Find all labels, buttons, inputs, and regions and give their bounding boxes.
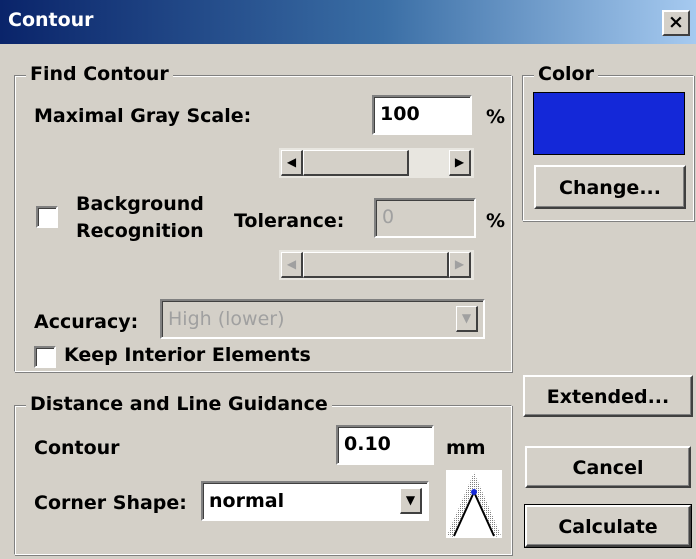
close-button[interactable]: × <box>662 10 690 36</box>
chevron-down-icon: ▼ <box>461 311 472 325</box>
gray-scroll-left-button[interactable]: ◀ <box>281 150 303 176</box>
background-recognition-label-2: Recognition <box>76 220 204 242</box>
title-bar <box>0 0 696 44</box>
arrow-right-icon: ▶ <box>454 155 465 169</box>
distance-guidance-legend: Distance and Line Guidance <box>26 393 332 415</box>
tolerance-scroll-right-button[interactable]: ▶ <box>449 252 471 278</box>
distance-guidance-group <box>14 405 512 555</box>
keep-interior-label: Keep Interior Elements <box>64 344 311 366</box>
keep-interior-checkbox[interactable] <box>34 346 56 368</box>
corner-shape-label: Corner Shape: <box>34 492 187 514</box>
max-gray-input[interactable]: 100 <box>372 95 472 135</box>
tolerance-scroll-left-button[interactable]: ◀ <box>281 252 303 278</box>
tolerance-scroll-thumb[interactable] <box>303 252 449 278</box>
change-color-button[interactable]: Change... <box>534 165 686 209</box>
arrow-right-icon: ▶ <box>454 257 465 271</box>
find-contour-legend: Find Contour <box>26 63 173 85</box>
window-title: Contour <box>8 9 94 31</box>
background-recognition-checkbox[interactable] <box>36 206 58 228</box>
gray-scroll-thumb[interactable] <box>303 150 409 176</box>
accuracy-dropdown-button[interactable]: ▼ <box>456 306 478 332</box>
tolerance-input[interactable]: 0 <box>374 198 476 238</box>
arrow-left-icon: ◀ <box>286 155 297 169</box>
tolerance-label: Tolerance: <box>234 210 345 232</box>
cancel-button[interactable]: Cancel <box>525 446 691 488</box>
calculate-button[interactable]: Calculate <box>524 504 692 548</box>
contour-label: Contour <box>34 437 120 459</box>
tolerance-percent: % <box>486 210 506 232</box>
background-recognition-label-1: Background <box>76 193 204 215</box>
max-gray-percent: % <box>486 106 506 128</box>
gray-scroll-right-button[interactable]: ▶ <box>449 150 471 176</box>
contour-distance-input[interactable]: 0.10 <box>336 425 434 465</box>
accuracy-select[interactable]: High (lower) <box>160 299 485 339</box>
extended-button[interactable]: Extended... <box>523 375 693 417</box>
arrow-left-icon: ◀ <box>286 257 297 271</box>
color-swatch[interactable] <box>533 92 685 155</box>
corner-shape-preview <box>446 470 502 538</box>
contour-unit: mm <box>446 437 486 459</box>
corner-preview-icon <box>447 472 501 538</box>
corner-shape-dropdown-button[interactable]: ▼ <box>400 488 422 514</box>
corner-shape-select[interactable]: normal <box>201 481 429 521</box>
chevron-down-icon: ▼ <box>405 493 416 507</box>
color-legend: Color <box>534 63 598 85</box>
accuracy-label: Accuracy: <box>34 311 139 333</box>
max-gray-label: Maximal Gray Scale: <box>34 105 252 127</box>
close-icon: × <box>668 11 684 33</box>
